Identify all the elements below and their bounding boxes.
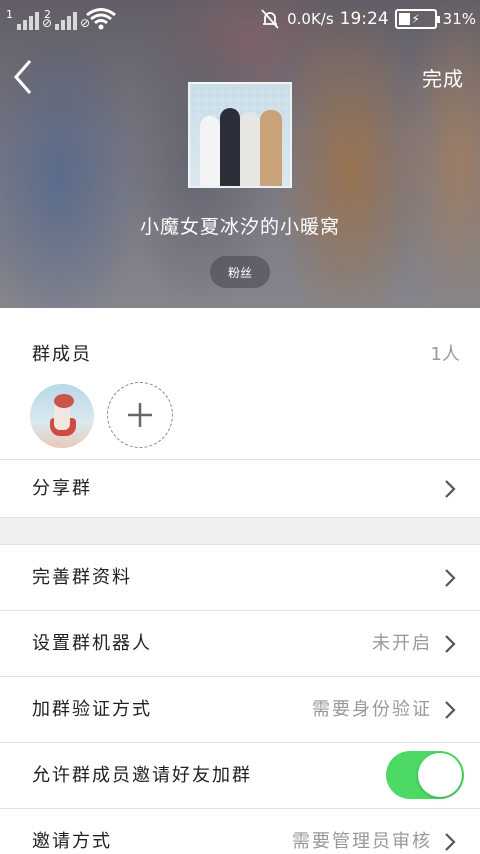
section-divider	[0, 518, 480, 545]
group-tag-badge[interactable]: 粉丝	[210, 256, 270, 288]
settings-content: 群成员 1人 分享群 完善群资料 设置群机器人 未开启 加群验证方式 需要身份验…	[0, 308, 480, 854]
group-header: 1 ⊘ 2 ⊘ 0.0K/s 19:24 ⚡ 31% 完成 小魔女夏冰汐的小暖窝…	[0, 0, 480, 308]
invite-method-value: 需要管理员审核	[292, 831, 432, 852]
chevron-right-icon	[445, 569, 456, 587]
sim1-label: 1	[6, 8, 13, 21]
share-group-label: 分享群	[32, 478, 92, 499]
sim2-label: 2	[44, 8, 51, 21]
join-verification-row[interactable]: 加群验证方式 需要身份验证	[0, 677, 480, 743]
invite-method-row[interactable]: 邀请方式 需要管理员审核	[0, 809, 480, 854]
complete-profile-label: 完善群资料	[32, 567, 132, 588]
allow-invite-label: 允许群成员邀请好友加群	[32, 765, 252, 786]
invite-method-label: 邀请方式	[32, 831, 112, 852]
complete-profile-row[interactable]: 完善群资料	[0, 545, 480, 611]
allow-invite-row: 允许群成员邀请好友加群	[0, 743, 480, 809]
members-title: 群成员	[32, 344, 92, 365]
battery-icon: ⚡	[394, 9, 440, 29]
members-header[interactable]: 群成员 1人	[0, 308, 480, 384]
members-count: 1人	[430, 344, 460, 365]
chevron-right-icon	[445, 480, 456, 498]
back-arrow-icon[interactable]	[10, 55, 40, 99]
chevron-right-icon	[445, 833, 456, 851]
toggle-knob	[418, 753, 462, 797]
group-avatar[interactable]	[188, 82, 292, 188]
done-button[interactable]: 完成	[422, 63, 464, 92]
status-bar: 1 ⊘ 2 ⊘ 0.0K/s 19:24 ⚡ 31%	[0, 0, 480, 38]
group-name: 小魔女夏冰汐的小暖窝	[139, 216, 340, 238]
allow-invite-toggle[interactable]	[386, 751, 464, 799]
share-group-row[interactable]: 分享群	[0, 460, 480, 518]
join-verification-value: 需要身份验证	[312, 699, 432, 720]
members-section: 群成员 1人 分享群	[0, 308, 480, 518]
chevron-right-icon	[445, 701, 456, 719]
network-speed: 0.0K/s	[287, 10, 334, 28]
wifi-icon	[86, 8, 116, 30]
plus-icon	[128, 403, 152, 427]
group-robot-row[interactable]: 设置群机器人 未开启	[0, 611, 480, 677]
battery-fill	[398, 13, 410, 25]
member-avatar[interactable]	[30, 384, 94, 448]
sim2-signal-icon: 2 ⊘	[44, 8, 91, 30]
mute-bell-icon	[261, 9, 279, 29]
group-robot-value: 未开启	[372, 633, 432, 654]
battery-percent: 31%	[442, 10, 476, 28]
group-robot-label: 设置群机器人	[32, 633, 152, 654]
add-member-button[interactable]	[107, 382, 173, 448]
members-list	[0, 382, 480, 460]
join-verification-label: 加群验证方式	[32, 699, 152, 720]
clock: 19:24	[339, 9, 389, 29]
chevron-right-icon	[445, 635, 456, 653]
